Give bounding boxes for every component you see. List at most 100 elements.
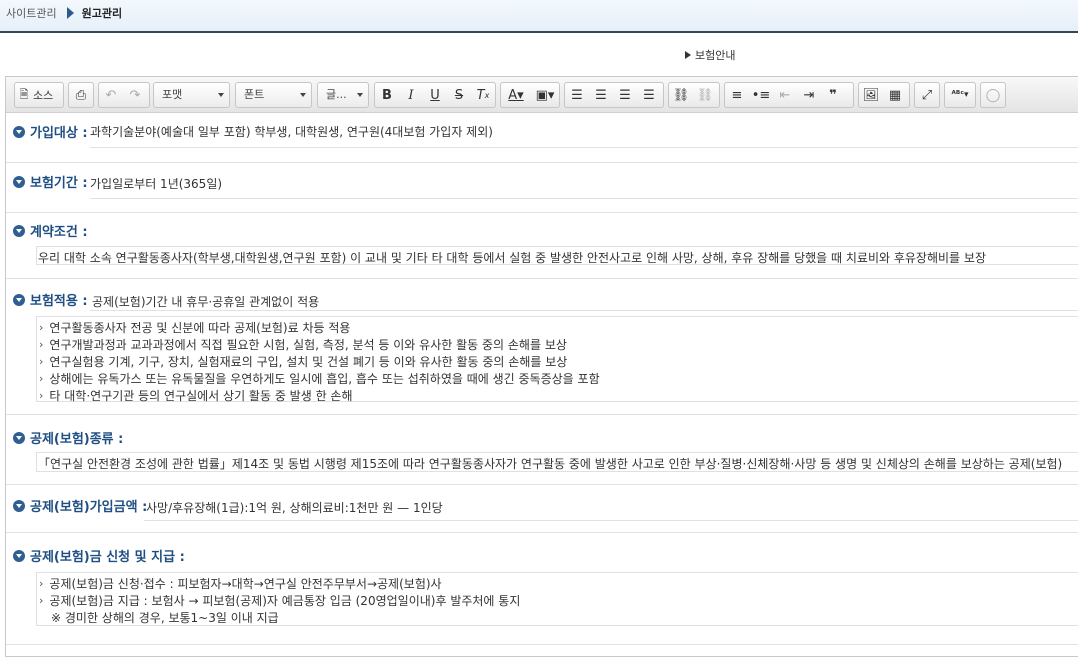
divider [6,532,1078,533]
breadcrumb-current: 원고관리 [81,7,123,20]
section-claim-heading: 공제(보험)금 신청 및 지급 : [13,546,185,565]
chevron-circle-icon [13,499,25,512]
align-right-icon[interactable]: ☰ [613,83,637,107]
insurance-info-link[interactable]: 보험안내 [685,47,735,63]
section-eligibility-heading: 가입대상 : [13,122,88,141]
table-icon[interactable]: ▦ [883,83,907,107]
size-dropdown-label: 글... [326,88,347,101]
chevron-down-icon [357,93,363,97]
italic-icon[interactable]: I [399,83,423,107]
history-group: ↶ ↷ [98,82,150,108]
link-icon[interactable]: ⛓ [669,83,693,107]
insert-group: 🖼 ▦ [858,82,910,108]
align-left-icon[interactable]: ☰ [565,83,589,107]
maximize-icon: ⤢ [921,87,933,103]
source-button[interactable]: 🗎 소스 [14,82,64,108]
rich-text-editor: 🗎 소스 ⎙ ↶ ↷ 포맷 폰트 글... B I U S Tx A▾ ▣▾ ☰… [5,76,1078,657]
top-header-bar: 사이트관리 원고관리 [0,0,1078,33]
numbered-list-icon[interactable]: ≡ [725,83,749,107]
info-circle-icon: ◯ [985,87,1001,103]
strikethrough-icon[interactable]: S [447,83,471,107]
list-item-text: 공제(보험)금 지급 : 보험사 → 피보험(공제)자 예금통장 입금 (20영… [49,594,521,608]
list-item-text: 공제(보험)금 신청·접수 : 피보험자→대학→연구실 안전주무부서→공제(보험… [49,577,442,591]
divider [144,520,1078,521]
redo-icon[interactable]: ↷ [123,83,147,107]
spellcheck-button[interactable]: ᴬᴮᶜ▾ [944,82,976,108]
insurance-info-label: 보험안내 [695,49,736,62]
remove-format-icon[interactable]: Tx [471,83,495,107]
coverage-text: 공제(보험)기간 내 휴무·공휴일 관계없이 적용 [92,295,320,309]
section-label: 가입대상 : [30,126,88,141]
chevron-circle-icon [13,549,25,562]
list-item-text: 상해에는 유독가스 또는 유독물질을 우연하게도 일시에 흡입, 흡수 또는 섭… [49,372,600,386]
color-group: A▾ ▣▾ [500,82,560,108]
unlink-icon[interactable]: ⛓ [693,83,717,107]
divider [6,162,1078,163]
blockquote-icon[interactable]: ❞ [821,83,845,107]
bold-icon[interactable]: B [375,83,399,107]
text-style-group: B I U S Tx [374,82,496,108]
font-dropdown[interactable]: 폰트 [235,82,312,108]
chevron-circle-icon [13,125,25,138]
chevron-down-icon [218,93,224,97]
breadcrumb-root[interactable]: 사이트관리 [6,5,57,21]
chevron-circle-icon [13,431,25,444]
chevron-right-icon: › [39,389,44,402]
font-dropdown-label: 폰트 [244,88,265,101]
section-label: 공제(보험)가입금액 : [30,500,148,515]
bulleted-list-icon[interactable]: •≡ [749,83,773,107]
text-color-icon[interactable]: A▾ [501,83,531,107]
format-dropdown[interactable]: 포맷 [153,82,230,108]
breadcrumb: 사이트관리 원고관리 [6,5,122,21]
amount-text: 사망/후유장해(1급):1억 원, 상해의료비:1천만 원 — 1인당 [146,501,443,515]
list-item: › 공제(보험)금 신청·접수 : 피보험자→대학→연구실 안전주무부서→공제(보… [39,575,442,592]
section-label: 보험기간 : [30,176,88,191]
list-item-text: 연구활동종사자 전공 및 신분에 따라 공제(보험)료 차등 적용 [49,321,351,335]
divider [6,278,1078,279]
chevron-down-icon [300,93,306,97]
about-button[interactable]: ◯ [980,82,1006,108]
section-label: 계약조건 : [30,225,88,240]
chevron-right-icon: › [39,372,44,385]
divider [6,414,1078,415]
divider [6,212,1078,213]
list-item: › 연구개발과정과 교과과정에서 직접 필요한 시험, 실험, 측정, 분석 등 … [39,336,567,353]
list-item: › 타 대학·연구기관 등의 연구실에서 상기 활동 중 발생 한 손해 [39,387,353,404]
chevron-circle-icon [13,224,25,237]
outdent-icon[interactable]: ⇤ [773,83,797,107]
underline-icon[interactable]: U [423,83,447,107]
size-dropdown[interactable]: 글... [317,82,369,108]
indent-icon[interactable]: ⇥ [797,83,821,107]
source-doc-icon: 🗎 [19,87,29,101]
background-color-icon[interactable]: ▣▾ [531,83,559,107]
align-justify-icon[interactable]: ☰ [637,83,661,107]
chevron-right-icon: › [39,321,44,334]
section-label: 보험적용 : [30,294,88,309]
alignment-group: ☰ ☰ ☰ ☰ [564,82,664,108]
divider [90,198,1078,199]
list-group: ≡ •≡ ⇤ ⇥ ❞ [724,82,854,108]
print-icon: ⎙ [75,87,87,103]
align-center-icon[interactable]: ☰ [589,83,613,107]
link-group: ⛓ ⛓ [668,82,720,108]
list-item-text: 타 대학·연구기관 등의 연구실에서 상기 활동 중 발생 한 손해 [49,389,353,403]
chevron-circle-icon [13,293,25,306]
format-dropdown-label: 포맷 [162,88,183,101]
maximize-button[interactable]: ⤢ [914,82,940,108]
list-item-text: 연구실험용 기계, 기구, 장치, 실험재료의 구입, 설치 및 건설 폐기 등… [49,355,568,369]
divider [90,310,1078,311]
list-item: › 상해에는 유독가스 또는 유독물질을 우연하게도 일시에 흡입, 흡수 또는 … [39,370,600,387]
section-contract-heading: 계약조건 : [13,221,88,240]
type-text: 「연구실 안전환경 조성에 관한 법률」제14조 및 동법 시행령 제15조에 … [38,457,1063,471]
source-button-label: 소스 [33,89,54,102]
section-label: 공제(보험)종류 : [30,432,124,447]
section-coverage-heading: 보험적용 : [13,290,88,309]
play-triangle-icon [685,51,691,59]
contract-text: 우리 대학 소속 연구활동종사자(학부생,대학원생,연구원 포함) 이 교내 및… [38,251,986,265]
print-button[interactable]: ⎙ [68,82,94,108]
section-label: 공제(보험)금 신청 및 지급 : [30,550,185,565]
image-icon[interactable]: 🖼 [859,83,883,107]
undo-icon[interactable]: ↶ [99,83,123,107]
editor-content[interactable]: 가입대상 : 과학기술분야(예술대 일부 포함) 학부생, 대학원생, 연구원(… [6,114,1078,657]
eligibility-text: 과학기술분야(예술대 일부 포함) 학부생, 대학원생, 연구원(4대보험 가입… [90,125,493,139]
